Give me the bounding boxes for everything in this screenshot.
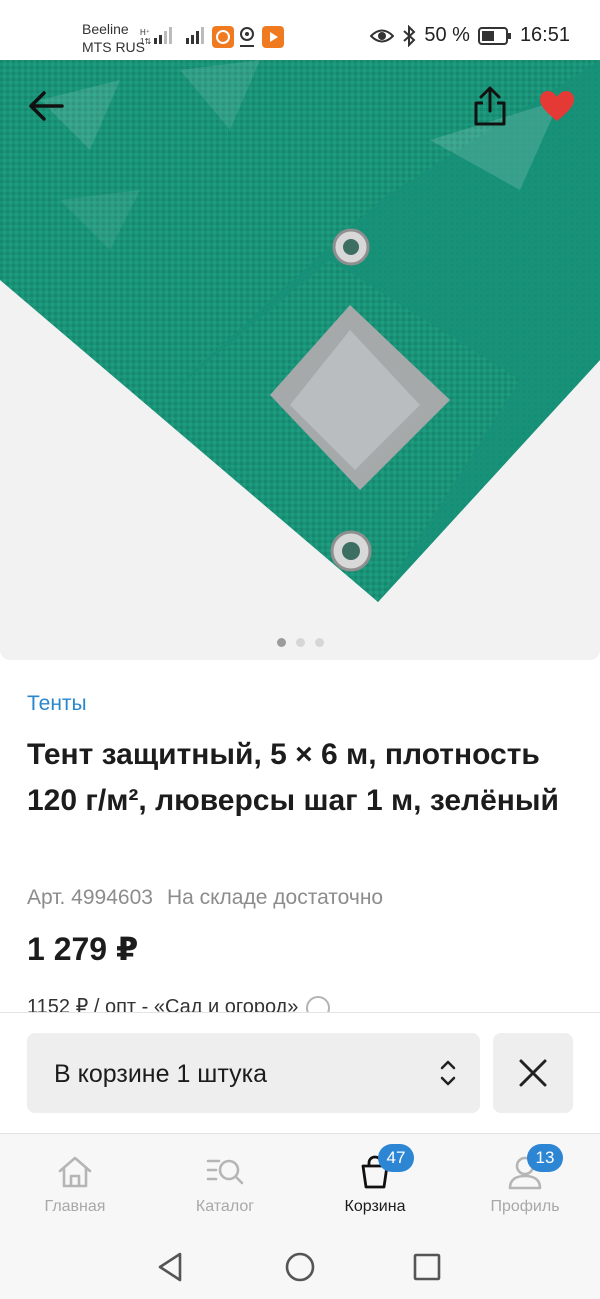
cart-action-bar: В корзине 1 штука [0,1012,600,1132]
bottom-navigation: Главная Каталог 47 Корзина 13 Профиль [0,1133,600,1233]
pagination-dot[interactable] [295,638,305,647]
back-arrow-icon [29,91,64,121]
system-recents-icon[interactable] [407,1247,447,1287]
product-photo [0,60,600,602]
favorite-button[interactable] [533,82,581,130]
share-button[interactable] [466,82,514,130]
nav-profile-label: Профиль [490,1198,560,1215]
carrier-2: MTS RUS [82,39,145,55]
nav-cart[interactable]: 47 Корзина [300,1134,450,1234]
location-icon [240,27,254,47]
nav-cart-label: Корзина [344,1198,406,1215]
nav-catalog-label: Каталог [195,1198,255,1215]
product-meta: Арт. 4994603 На складе достаточно [27,886,383,910]
remove-from-cart-button[interactable] [493,1033,573,1113]
catalog-search-icon [206,1159,244,1185]
home-icon [58,1156,92,1188]
wholesale-price: 1152 ₽ / опт - «Сад и огород» [27,996,299,1014]
play-notification-icon [262,26,284,48]
product-image-gallery[interactable] [0,60,600,660]
battery-icon [477,26,511,45]
product-title: Тент защитный, 5 × 6 м, плотность 120 г/… [27,738,559,817]
eye-icon [370,29,395,42]
close-icon [519,1059,547,1087]
wholesale-price-row: 1152 ₽ / опт - «Сад и огород» [27,994,331,1014]
pagination-dot-active[interactable] [276,638,286,647]
battery-percent: 50 % [424,24,470,46]
back-button[interactable] [22,82,70,130]
svg-text:1⇅: 1⇅ [140,37,151,46]
nav-catalog[interactable]: Каталог [150,1134,300,1234]
nav-profile[interactable]: 13 Профиль [450,1134,600,1234]
carrier-1: Beeline [82,21,129,37]
share-icon [474,86,506,126]
signal-icon-2 [186,27,204,44]
clock: 16:51 [519,24,570,46]
app-notification-icon [212,26,234,48]
signal-icon: H⁺1⇅ [140,27,172,46]
up-down-chevron-icon [440,1060,456,1086]
category-link[interactable]: Тенты [27,692,87,716]
carrier-info: Beeline MTS RUS [82,20,145,56]
system-home-icon[interactable] [280,1247,320,1287]
svg-text:H⁺: H⁺ [140,28,150,37]
cart-badge: 47 [378,1144,414,1172]
stock-status: На складе достаточно [166,886,384,909]
bluetooth-icon [403,24,416,47]
heart-icon [540,91,574,121]
quantity-label: В корзине 1 штука [54,1060,267,1088]
system-back-icon[interactable] [150,1247,190,1287]
nav-home[interactable]: Главная [0,1134,150,1234]
status-bar: Beeline MTS RUS H⁺ 1⇅ 50 % 16:51 [0,0,600,60]
profile-badge: 13 [527,1144,563,1172]
article-number: Арт. 4994603 [27,886,153,909]
status-right: 50 % 16:51 [370,24,570,47]
product-price: 1 279 ₽ [27,931,139,967]
pagination-dot[interactable] [314,638,324,647]
system-navigation-bar [0,1233,600,1299]
gallery-pagination [0,638,600,647]
nav-home-label: Главная [44,1198,106,1215]
quantity-selector[interactable]: В корзине 1 штука [27,1033,480,1113]
